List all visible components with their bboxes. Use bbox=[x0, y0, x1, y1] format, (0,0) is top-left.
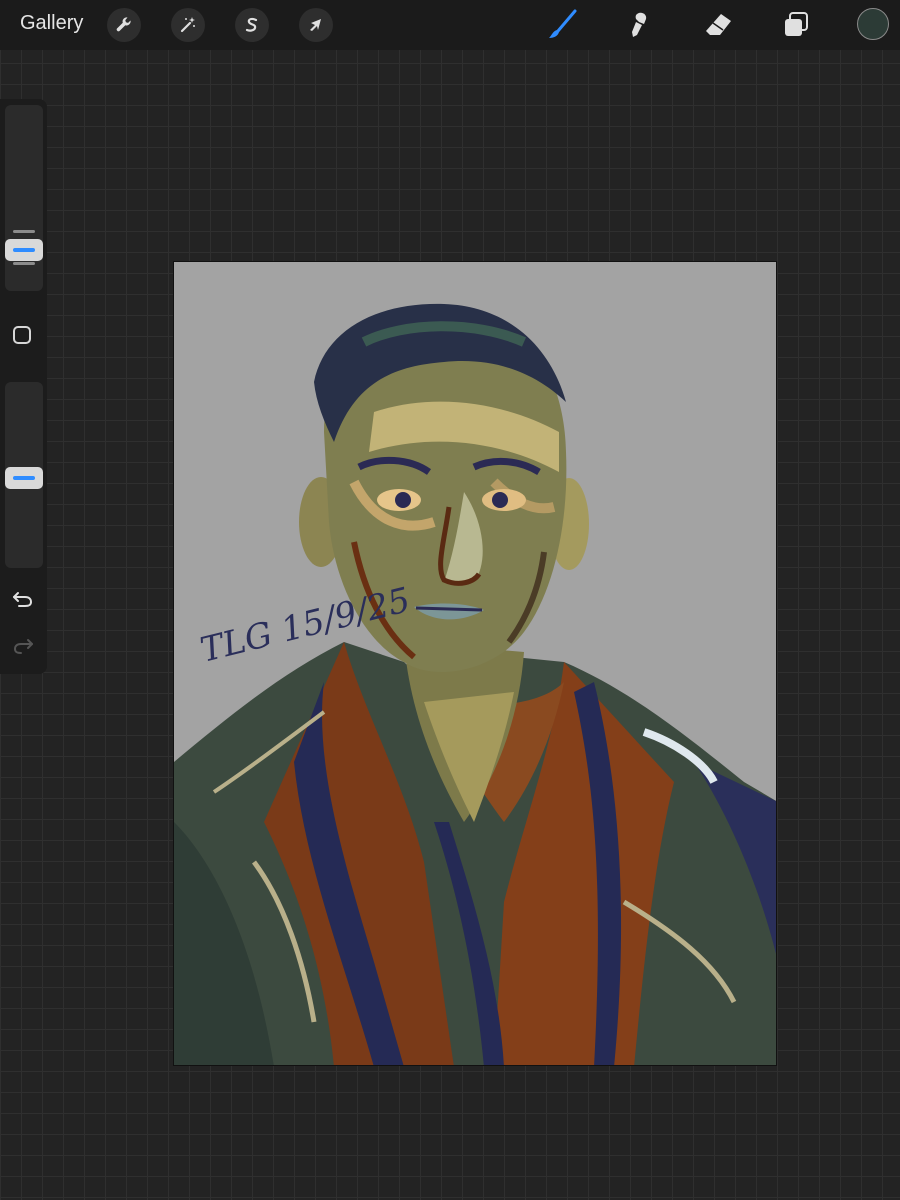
slider-thumb-indicator bbox=[13, 476, 35, 480]
modify-button[interactable] bbox=[13, 326, 31, 344]
undo-icon[interactable] bbox=[10, 588, 36, 610]
adjustments-button[interactable] bbox=[171, 8, 205, 42]
color-picker-button[interactable] bbox=[857, 8, 889, 40]
smudge-icon bbox=[632, 12, 647, 37]
arrow-cursor-icon bbox=[310, 19, 321, 31]
gallery-button[interactable]: Gallery bbox=[20, 12, 83, 35]
slider-grip-top bbox=[13, 230, 35, 233]
left-sidebar bbox=[0, 99, 47, 674]
opacity-slider-thumb[interactable] bbox=[5, 467, 43, 489]
layers-icon bbox=[785, 12, 808, 36]
wrench-icon bbox=[116, 17, 131, 32]
transform-button[interactable] bbox=[299, 8, 333, 42]
eraser-icon bbox=[706, 14, 731, 35]
redo-icon[interactable] bbox=[10, 635, 36, 657]
drawing-canvas[interactable]: TLG 15/9/25 bbox=[173, 261, 777, 1066]
actions-button[interactable] bbox=[107, 8, 141, 42]
brush-size-slider-thumb[interactable] bbox=[5, 239, 43, 261]
portrait-painting: TLG 15/9/25 bbox=[174, 303, 776, 1065]
magic-wand-icon bbox=[180, 17, 195, 33]
selection-button[interactable] bbox=[235, 8, 269, 42]
layers-button[interactable] bbox=[779, 9, 813, 41]
slider-thumb-indicator bbox=[13, 248, 35, 252]
smudge-tool-button[interactable] bbox=[623, 9, 657, 41]
top-toolbar: Gallery bbox=[0, 0, 900, 50]
selection-icon bbox=[245, 17, 258, 32]
slider-grip-bottom bbox=[13, 262, 35, 265]
brush-icon bbox=[549, 9, 577, 38]
eraser-tool-button[interactable] bbox=[701, 9, 735, 41]
brush-tool-button[interactable] bbox=[545, 9, 579, 41]
